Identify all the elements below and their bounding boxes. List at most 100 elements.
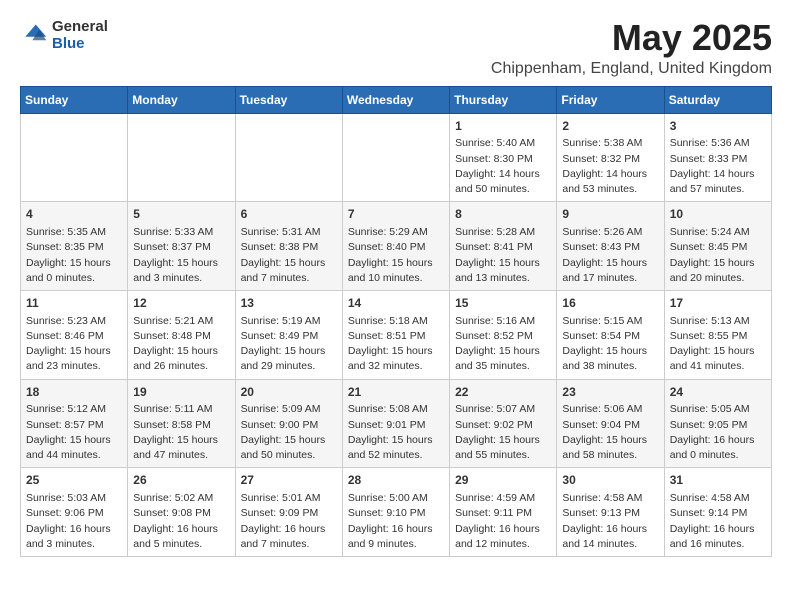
calendar-cell: 5 Sunrise: 5:33 AM Sunset: 8:37 PM Daylig… xyxy=(128,202,235,291)
day-info: Sunrise: 5:00 AM Sunset: 9:10 PM Dayligh… xyxy=(348,491,444,552)
day-info: Sunrise: 5:29 AM Sunset: 8:40 PM Dayligh… xyxy=(348,225,444,286)
title-block: May 2025 Chippenham, England, United Kin… xyxy=(491,18,772,78)
day-info: Sunrise: 5:11 AM Sunset: 8:58 PM Dayligh… xyxy=(133,402,229,463)
calendar-cell: 19Sunrise: 5:11 AM Sunset: 8:58 PM Dayli… xyxy=(128,379,235,468)
day-number: 17 xyxy=(670,295,766,312)
day-number: 9 xyxy=(562,206,658,223)
day-info: Sunrise: 5:06 AM Sunset: 9:04 PM Dayligh… xyxy=(562,402,658,463)
day-info: Sunrise: 5:07 AM Sunset: 9:02 PM Dayligh… xyxy=(455,402,551,463)
header: General Blue May 2025 Chippenham, Englan… xyxy=(20,18,772,78)
calendar-week-2: 4 Sunrise: 5:35 AM Sunset: 8:35 PM Daylig… xyxy=(21,202,772,291)
day-info: Sunrise: 5:16 AM Sunset: 8:52 PM Dayligh… xyxy=(455,314,551,375)
page: General Blue May 2025 Chippenham, Englan… xyxy=(0,0,792,575)
calendar-cell: 12Sunrise: 5:21 AM Sunset: 8:48 PM Dayli… xyxy=(128,290,235,379)
calendar-cell: 25Sunrise: 5:03 AM Sunset: 9:06 PM Dayli… xyxy=(21,468,128,557)
day-info: Sunrise: 5:09 AM Sunset: 9:00 PM Dayligh… xyxy=(241,402,337,463)
day-info: Sunrise: 5:23 AM Sunset: 8:46 PM Dayligh… xyxy=(26,314,122,375)
day-info: Sunrise: 5:31 AM Sunset: 8:38 PM Dayligh… xyxy=(241,225,337,286)
calendar-header-saturday: Saturday xyxy=(664,86,771,113)
subtitle: Chippenham, England, United Kingdom xyxy=(491,60,772,78)
calendar-cell: 17 Sunrise: 5:13 AM Sunset: 8:55 PM Dayli… xyxy=(664,290,771,379)
calendar-cell: 4 Sunrise: 5:35 AM Sunset: 8:35 PM Daylig… xyxy=(21,202,128,291)
day-number: 5 xyxy=(133,206,229,223)
calendar-cell: 18Sunrise: 5:12 AM Sunset: 8:57 PM Dayli… xyxy=(21,379,128,468)
day-number: 4 xyxy=(26,206,122,223)
day-number: 31 xyxy=(670,472,766,489)
day-number: 3 xyxy=(670,118,766,135)
day-number: 6 xyxy=(241,206,337,223)
calendar-header-tuesday: Tuesday xyxy=(235,86,342,113)
day-number: 27 xyxy=(241,472,337,489)
day-number: 11 xyxy=(26,295,122,312)
day-number: 16 xyxy=(562,295,658,312)
calendar-week-4: 18Sunrise: 5:12 AM Sunset: 8:57 PM Dayli… xyxy=(21,379,772,468)
day-info: Sunrise: 5:33 AM Sunset: 8:37 PM Dayligh… xyxy=(133,225,229,286)
day-number: 29 xyxy=(455,472,551,489)
calendar-cell: 1Sunrise: 5:40 AM Sunset: 8:30 PM Daylig… xyxy=(450,113,557,202)
calendar-cell: 8Sunrise: 5:28 AM Sunset: 8:41 PM Daylig… xyxy=(450,202,557,291)
day-info: Sunrise: 5:35 AM Sunset: 8:35 PM Dayligh… xyxy=(26,225,122,286)
day-info: Sunrise: 5:01 AM Sunset: 9:09 PM Dayligh… xyxy=(241,491,337,552)
day-info: Sunrise: 5:36 AM Sunset: 8:33 PM Dayligh… xyxy=(670,136,766,197)
calendar-cell: 24Sunrise: 5:05 AM Sunset: 9:05 PM Dayli… xyxy=(664,379,771,468)
calendar-header-friday: Friday xyxy=(557,86,664,113)
calendar: SundayMondayTuesdayWednesdayThursdayFrid… xyxy=(20,86,772,557)
day-number: 26 xyxy=(133,472,229,489)
calendar-cell: 6 Sunrise: 5:31 AM Sunset: 8:38 PM Daylig… xyxy=(235,202,342,291)
calendar-header-row: SundayMondayTuesdayWednesdayThursdayFrid… xyxy=(21,86,772,113)
calendar-header-wednesday: Wednesday xyxy=(342,86,449,113)
day-info: Sunrise: 5:13 AM Sunset: 8:55 PM Dayligh… xyxy=(670,314,766,375)
calendar-cell: 20Sunrise: 5:09 AM Sunset: 9:00 PM Dayli… xyxy=(235,379,342,468)
day-number: 18 xyxy=(26,384,122,401)
calendar-cell: 29 Sunrise: 4:59 AM Sunset: 9:11 PM Dayli… xyxy=(450,468,557,557)
calendar-cell: 27 Sunrise: 5:01 AM Sunset: 9:09 PM Dayli… xyxy=(235,468,342,557)
calendar-cell: 30Sunrise: 4:58 AM Sunset: 9:13 PM Dayli… xyxy=(557,468,664,557)
main-title: May 2025 xyxy=(491,18,772,58)
day-info: Sunrise: 5:05 AM Sunset: 9:05 PM Dayligh… xyxy=(670,402,766,463)
day-number: 13 xyxy=(241,295,337,312)
day-info: Sunrise: 5:08 AM Sunset: 9:01 PM Dayligh… xyxy=(348,402,444,463)
day-number: 15 xyxy=(455,295,551,312)
calendar-cell: 16 Sunrise: 5:15 AM Sunset: 8:54 PM Dayli… xyxy=(557,290,664,379)
day-number: 1 xyxy=(455,118,551,135)
day-number: 2 xyxy=(562,118,658,135)
day-number: 28 xyxy=(348,472,444,489)
calendar-cell: 26 Sunrise: 5:02 AM Sunset: 9:08 PM Dayli… xyxy=(128,468,235,557)
day-number: 20 xyxy=(241,384,337,401)
calendar-header-monday: Monday xyxy=(128,86,235,113)
day-number: 12 xyxy=(133,295,229,312)
logo-blue: Blue xyxy=(52,35,108,52)
calendar-cell xyxy=(21,113,128,202)
logo-text: General Blue xyxy=(52,18,108,53)
calendar-week-5: 25Sunrise: 5:03 AM Sunset: 9:06 PM Dayli… xyxy=(21,468,772,557)
calendar-cell: 9 Sunrise: 5:26 AM Sunset: 8:43 PM Daylig… xyxy=(557,202,664,291)
logo: General Blue xyxy=(20,18,108,53)
day-info: Sunrise: 4:59 AM Sunset: 9:11 PM Dayligh… xyxy=(455,491,551,552)
calendar-cell: 23Sunrise: 5:06 AM Sunset: 9:04 PM Dayli… xyxy=(557,379,664,468)
calendar-cell: 28 Sunrise: 5:00 AM Sunset: 9:10 PM Dayli… xyxy=(342,468,449,557)
day-info: Sunrise: 5:02 AM Sunset: 9:08 PM Dayligh… xyxy=(133,491,229,552)
calendar-cell: 7Sunrise: 5:29 AM Sunset: 8:40 PM Daylig… xyxy=(342,202,449,291)
calendar-cell: 10Sunrise: 5:24 AM Sunset: 8:45 PM Dayli… xyxy=(664,202,771,291)
day-info: Sunrise: 5:26 AM Sunset: 8:43 PM Dayligh… xyxy=(562,225,658,286)
day-info: Sunrise: 5:28 AM Sunset: 8:41 PM Dayligh… xyxy=(455,225,551,286)
logo-icon xyxy=(20,21,48,49)
calendar-cell xyxy=(235,113,342,202)
calendar-cell: 2Sunrise: 5:38 AM Sunset: 8:32 PM Daylig… xyxy=(557,113,664,202)
day-info: Sunrise: 5:19 AM Sunset: 8:49 PM Dayligh… xyxy=(241,314,337,375)
calendar-cell xyxy=(342,113,449,202)
calendar-week-1: 1Sunrise: 5:40 AM Sunset: 8:30 PM Daylig… xyxy=(21,113,772,202)
calendar-cell: 3Sunrise: 5:36 AM Sunset: 8:33 PM Daylig… xyxy=(664,113,771,202)
calendar-cell: 21Sunrise: 5:08 AM Sunset: 9:01 PM Dayli… xyxy=(342,379,449,468)
logo-general: General xyxy=(52,18,108,35)
calendar-cell: 15 Sunrise: 5:16 AM Sunset: 8:52 PM Dayli… xyxy=(450,290,557,379)
calendar-header-sunday: Sunday xyxy=(21,86,128,113)
calendar-cell: 13 Sunrise: 5:19 AM Sunset: 8:49 PM Dayli… xyxy=(235,290,342,379)
day-info: Sunrise: 5:15 AM Sunset: 8:54 PM Dayligh… xyxy=(562,314,658,375)
day-info: Sunrise: 5:03 AM Sunset: 9:06 PM Dayligh… xyxy=(26,491,122,552)
day-number: 24 xyxy=(670,384,766,401)
calendar-cell xyxy=(128,113,235,202)
calendar-cell: 11 Sunrise: 5:23 AM Sunset: 8:46 PM Dayli… xyxy=(21,290,128,379)
calendar-header-thursday: Thursday xyxy=(450,86,557,113)
calendar-week-3: 11 Sunrise: 5:23 AM Sunset: 8:46 PM Dayli… xyxy=(21,290,772,379)
